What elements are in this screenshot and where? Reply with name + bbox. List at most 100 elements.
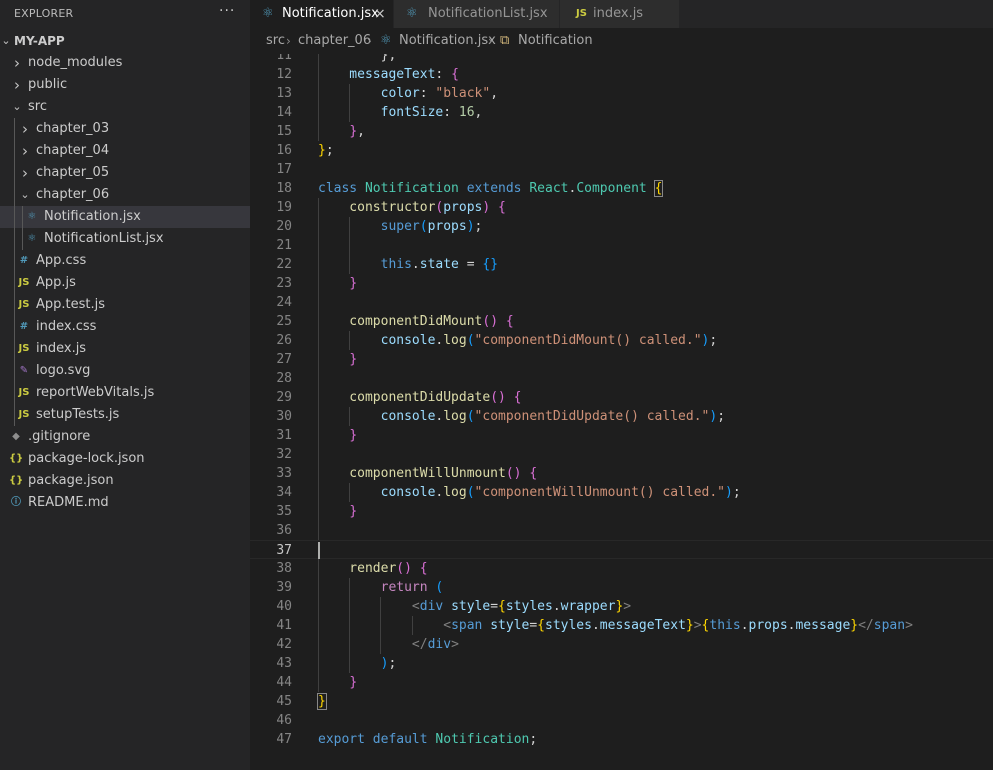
chevron-right-icon[interactable]: › xyxy=(19,118,31,140)
code-line[interactable]: 26 console.log("componentDidMount() call… xyxy=(250,331,993,350)
code-line[interactable]: 17 xyxy=(250,160,993,179)
code-line[interactable]: 28 xyxy=(250,369,993,388)
tree-folder[interactable]: ⌄ src xyxy=(0,96,250,118)
code-line[interactable]: 38 render() { xyxy=(250,559,993,578)
tree-folder[interactable]: › public xyxy=(0,74,250,96)
code-line[interactable]: 36 xyxy=(250,521,993,540)
tree-file[interactable]: ◆ .gitignore xyxy=(0,426,250,448)
chevron-down-icon[interactable]: ⌄ xyxy=(0,30,12,52)
tree-item-label: App.js xyxy=(36,275,76,290)
code-token: div xyxy=(419,599,452,614)
code-line[interactable]: 39 return ( xyxy=(250,578,993,597)
tree-folder[interactable]: ⌄ chapter_06 xyxy=(0,184,250,206)
tree-item-label: node_modules xyxy=(28,55,123,70)
code-token: extends xyxy=(466,181,530,196)
code-text: } xyxy=(318,350,357,369)
tab-index-js[interactable]: JS index.js xyxy=(560,0,680,28)
tree-file[interactable]: JS reportWebVitals.js xyxy=(0,382,250,404)
code-token: = xyxy=(529,618,538,633)
chevron-right-icon[interactable]: › xyxy=(19,140,31,162)
code-token: > xyxy=(905,618,913,633)
code-token: : xyxy=(435,67,452,82)
code-token: console xyxy=(318,409,436,424)
tree-item-label: Notification.jsx xyxy=(44,209,141,224)
code-token: . xyxy=(411,257,420,272)
tree-file[interactable]: ⓘ README.md xyxy=(0,492,250,514)
tree-file[interactable]: JS index.js xyxy=(0,338,250,360)
breadcrumb-chapter-06[interactable]: chapter_06 xyxy=(298,28,371,54)
code-token: } xyxy=(349,276,358,291)
code-line[interactable]: 11 }, xyxy=(250,54,993,65)
tree-item-label: chapter_05 xyxy=(36,165,110,180)
code-token: } xyxy=(318,143,326,158)
code-line[interactable]: 47 export default Notification; xyxy=(250,730,993,749)
tab-label: Notification.jsx xyxy=(282,6,379,21)
tree-folder[interactable]: › chapter_04 xyxy=(0,140,250,162)
code-line[interactable]: 35 } xyxy=(250,502,993,521)
code-line[interactable]: 21 xyxy=(250,236,993,255)
code-token: = xyxy=(490,599,499,614)
tree-file[interactable]: ✎ logo.svg xyxy=(0,360,250,382)
tree-file[interactable]: # index.css xyxy=(0,316,250,338)
chevron-right-icon[interactable]: › xyxy=(19,162,31,184)
tree-file[interactable]: ⚛ Notification.jsx xyxy=(0,206,250,228)
tab-notification-jsx[interactable]: ⚛ Notification.jsx × xyxy=(250,0,394,28)
tree-file[interactable]: {} package-lock.json xyxy=(0,448,250,470)
code-line[interactable]: 13 color: "black", xyxy=(250,84,993,103)
code-line[interactable]: 12 messageText: { xyxy=(250,65,993,84)
code-line[interactable]: 44 } xyxy=(250,673,993,692)
code-line[interactable]: 30 console.log("componentDidUpdate() cal… xyxy=(250,407,993,426)
tree-file[interactable]: JS App.js xyxy=(0,272,250,294)
code-line[interactable]: 46 xyxy=(250,711,993,730)
chevron-down-icon[interactable]: ⌄ xyxy=(11,96,23,118)
code-editor[interactable]: 11 }, 12 messageText: {13 color: "black",… xyxy=(250,54,993,770)
code-line[interactable]: 24 xyxy=(250,293,993,312)
code-text: } xyxy=(317,692,327,711)
chevron-right-icon[interactable]: › xyxy=(11,74,23,96)
tree-file[interactable]: JS App.test.js xyxy=(0,294,250,316)
close-icon[interactable]: × xyxy=(374,0,386,28)
code-line[interactable]: 40 <div style={styles.wrapper}> xyxy=(250,597,993,616)
code-line[interactable]: 18 class Notification extends React.Compo… xyxy=(250,179,993,198)
chevron-right-icon[interactable]: › xyxy=(11,52,23,74)
code-line[interactable]: 22 this.state = {} xyxy=(250,255,993,274)
chevron-down-icon[interactable]: ⌄ xyxy=(19,184,31,206)
code-line[interactable]: 42 </div> xyxy=(250,635,993,654)
code-token: 16 xyxy=(458,105,475,120)
code-line[interactable]: 27 } xyxy=(250,350,993,369)
code-line[interactable]: 37 xyxy=(250,540,993,559)
code-line[interactable]: 16}; xyxy=(250,141,993,160)
tree-folder[interactable]: › chapter_05 xyxy=(0,162,250,184)
breadcrumb-file[interactable]: Notification.jsx xyxy=(399,28,496,54)
code-line[interactable]: 19 constructor(props) { xyxy=(250,198,993,217)
tree-folder[interactable]: ⌄ MY-APP xyxy=(0,30,250,52)
line-number: 28 xyxy=(276,371,292,386)
tree-file[interactable]: JS setupTests.js xyxy=(0,404,250,426)
tree-folder[interactable]: › node_modules xyxy=(0,52,250,74)
code-line[interactable]: 25 componentDidMount() { xyxy=(250,312,993,331)
code-line[interactable]: 15 }, xyxy=(250,122,993,141)
tree-file[interactable]: # App.css xyxy=(0,250,250,272)
breadcrumb-symbol[interactable]: Notification xyxy=(518,28,593,54)
code-line[interactable]: 33 componentWillUnmount() { xyxy=(250,464,993,483)
tree-folder[interactable]: › chapter_03 xyxy=(0,118,250,140)
code-line[interactable]: 31 } xyxy=(250,426,993,445)
ellipsis-icon[interactable]: ··· xyxy=(219,3,235,19)
code-line[interactable]: 41 <span style={styles.messageText}>{thi… xyxy=(250,616,993,635)
code-token: message xyxy=(795,618,851,633)
git-icon: ◆ xyxy=(12,431,20,442)
code-line[interactable]: 34 console.log("componentWillUnmount() c… xyxy=(250,483,993,502)
code-line[interactable]: 23 } xyxy=(250,274,993,293)
tree-file[interactable]: {} package.json xyxy=(0,470,250,492)
code-line[interactable]: 20 super(props); xyxy=(250,217,993,236)
indent-guide xyxy=(318,369,319,388)
code-line[interactable]: 32 xyxy=(250,445,993,464)
breadcrumb-src[interactable]: src xyxy=(266,28,285,54)
code-line[interactable]: 29 componentDidUpdate() { xyxy=(250,388,993,407)
code-line[interactable]: 14 fontSize: 16, xyxy=(250,103,993,122)
tab-notificationlist-jsx[interactable]: ⚛ NotificationList.jsx xyxy=(394,0,560,28)
code-line[interactable]: 45} xyxy=(250,692,993,711)
tree-file[interactable]: ⚛ NotificationList.jsx xyxy=(0,228,250,250)
code-text: componentDidUpdate() { xyxy=(318,388,521,407)
code-line[interactable]: 43 ); xyxy=(250,654,993,673)
